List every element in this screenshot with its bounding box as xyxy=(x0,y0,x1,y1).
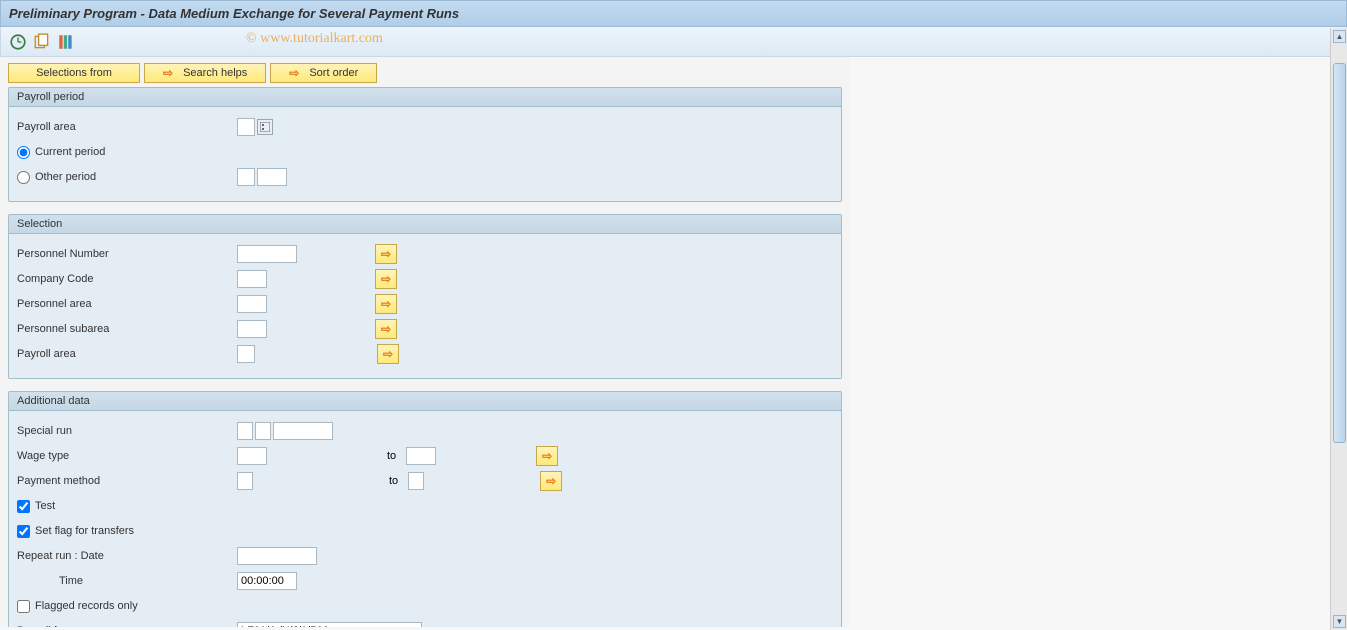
sort-order-label: Sort order xyxy=(309,67,358,79)
payment-method-multi-button[interactable]: ⇨ xyxy=(540,471,562,491)
tools-icon[interactable] xyxy=(57,33,75,51)
wage-type-label: Wage type xyxy=(17,450,237,462)
content-area: Selections from ⇨ Search helps ⇨ Sort or… xyxy=(0,57,1347,627)
other-period-radio[interactable]: Other period xyxy=(17,171,237,184)
special-run-input-1[interactable] xyxy=(237,422,253,440)
repeat-run-date-input[interactable] xyxy=(237,547,317,565)
payment-method-from-input[interactable] xyxy=(237,472,253,490)
company-code-input[interactable] xyxy=(237,270,267,288)
test-label: Test xyxy=(35,500,55,512)
payroll-area-sel-label: Payroll area xyxy=(17,348,237,360)
payroll-area-label: Payroll area xyxy=(17,121,237,133)
search-helps-label: Search helps xyxy=(183,67,247,79)
to-label: to xyxy=(387,450,396,462)
personnel-number-label: Personnel Number xyxy=(17,248,237,260)
to-label-2: to xyxy=(389,475,398,487)
payment-method-label: Payment method xyxy=(17,475,237,487)
variant-icon[interactable] xyxy=(33,33,51,51)
payment-method-to-input[interactable] xyxy=(408,472,424,490)
main-panel: Selections from ⇨ Search helps ⇨ Sort or… xyxy=(0,57,850,627)
special-run-label: Special run xyxy=(17,425,237,437)
personnel-subarea-multi-button[interactable]: ⇨ xyxy=(375,319,397,339)
company-code-label: Company Code xyxy=(17,273,237,285)
arrow-right-icon: ⇨ xyxy=(163,66,173,80)
set-flag-checkbox[interactable]: Set flag for transfers xyxy=(17,525,134,538)
selections-from-button[interactable]: Selections from xyxy=(8,63,140,83)
personnel-subarea-label: Personnel subarea xyxy=(17,323,237,335)
scrollbar-up-icon[interactable]: ▲ xyxy=(1333,30,1346,43)
page-title: Preliminary Program - Data Medium Exchan… xyxy=(9,6,459,21)
test-checkbox[interactable]: Test xyxy=(17,500,55,513)
set-flag-label: Set flag for transfers xyxy=(35,525,134,537)
button-row: Selections from ⇨ Search helps ⇨ Sort or… xyxy=(8,63,842,83)
personnel-area-input[interactable] xyxy=(237,295,267,313)
other-period-label: Other period xyxy=(35,171,96,183)
payroll-form-input[interactable] xyxy=(237,622,422,627)
payroll-area-input[interactable] xyxy=(237,118,255,136)
wage-type-to-input[interactable] xyxy=(406,447,436,465)
watermark: © www.tutorialkart.com xyxy=(246,31,383,47)
f4-help-icon[interactable] xyxy=(257,119,273,135)
wage-type-from-input[interactable] xyxy=(237,447,267,465)
repeat-run-label: Repeat run : Date xyxy=(17,550,237,562)
app-toolbar: © www.tutorialkart.com xyxy=(0,27,1347,57)
other-period-input-2[interactable] xyxy=(257,168,287,186)
wage-type-multi-button[interactable]: ⇨ xyxy=(536,446,558,466)
special-run-input-3[interactable] xyxy=(273,422,333,440)
special-run-input-2[interactable] xyxy=(255,422,271,440)
current-period-radio[interactable]: Current period xyxy=(17,146,105,159)
scrollbar-thumb[interactable] xyxy=(1333,63,1346,443)
arrow-right-icon: ⇨ xyxy=(289,66,299,80)
group-title-selection: Selection xyxy=(9,215,841,234)
group-title-additional-data: Additional data xyxy=(9,392,841,411)
other-period-input-1[interactable] xyxy=(237,168,255,186)
personnel-number-input[interactable] xyxy=(237,245,297,263)
group-payroll-period: Payroll period Payroll area Current peri… xyxy=(8,87,842,202)
payroll-area-sel-input[interactable] xyxy=(237,345,255,363)
flagged-only-label: Flagged records only xyxy=(35,600,138,612)
sort-order-button[interactable]: ⇨ Sort order xyxy=(270,63,377,83)
payroll-area-multi-button[interactable]: ⇨ xyxy=(377,344,399,364)
personnel-area-label: Personnel area xyxy=(17,298,237,310)
group-additional-data: Additional data Special run Wage type to xyxy=(8,391,842,627)
search-helps-button[interactable]: ⇨ Search helps xyxy=(144,63,266,83)
current-period-label: Current period xyxy=(35,146,105,158)
group-title-payroll-period: Payroll period xyxy=(9,88,841,107)
personnel-area-multi-button[interactable]: ⇨ xyxy=(375,294,397,314)
title-bar: Preliminary Program - Data Medium Exchan… xyxy=(0,0,1347,27)
time-input[interactable] xyxy=(237,572,297,590)
flagged-only-checkbox[interactable]: Flagged records only xyxy=(17,600,138,613)
scrollbar-down-icon[interactable]: ▼ xyxy=(1333,615,1346,628)
time-label: Time xyxy=(17,575,237,587)
group-selection: Selection Personnel Number ⇨ Company Cod… xyxy=(8,214,842,379)
personnel-subarea-input[interactable] xyxy=(237,320,267,338)
personnel-number-multi-button[interactable]: ⇨ xyxy=(375,244,397,264)
execute-icon[interactable] xyxy=(9,33,27,51)
company-code-multi-button[interactable]: ⇨ xyxy=(375,269,397,289)
payroll-form-label: Payroll form xyxy=(17,625,237,627)
vertical-scrollbar[interactable]: ▲ ▼ xyxy=(1330,28,1347,630)
selections-from-label: Selections from xyxy=(36,67,112,79)
